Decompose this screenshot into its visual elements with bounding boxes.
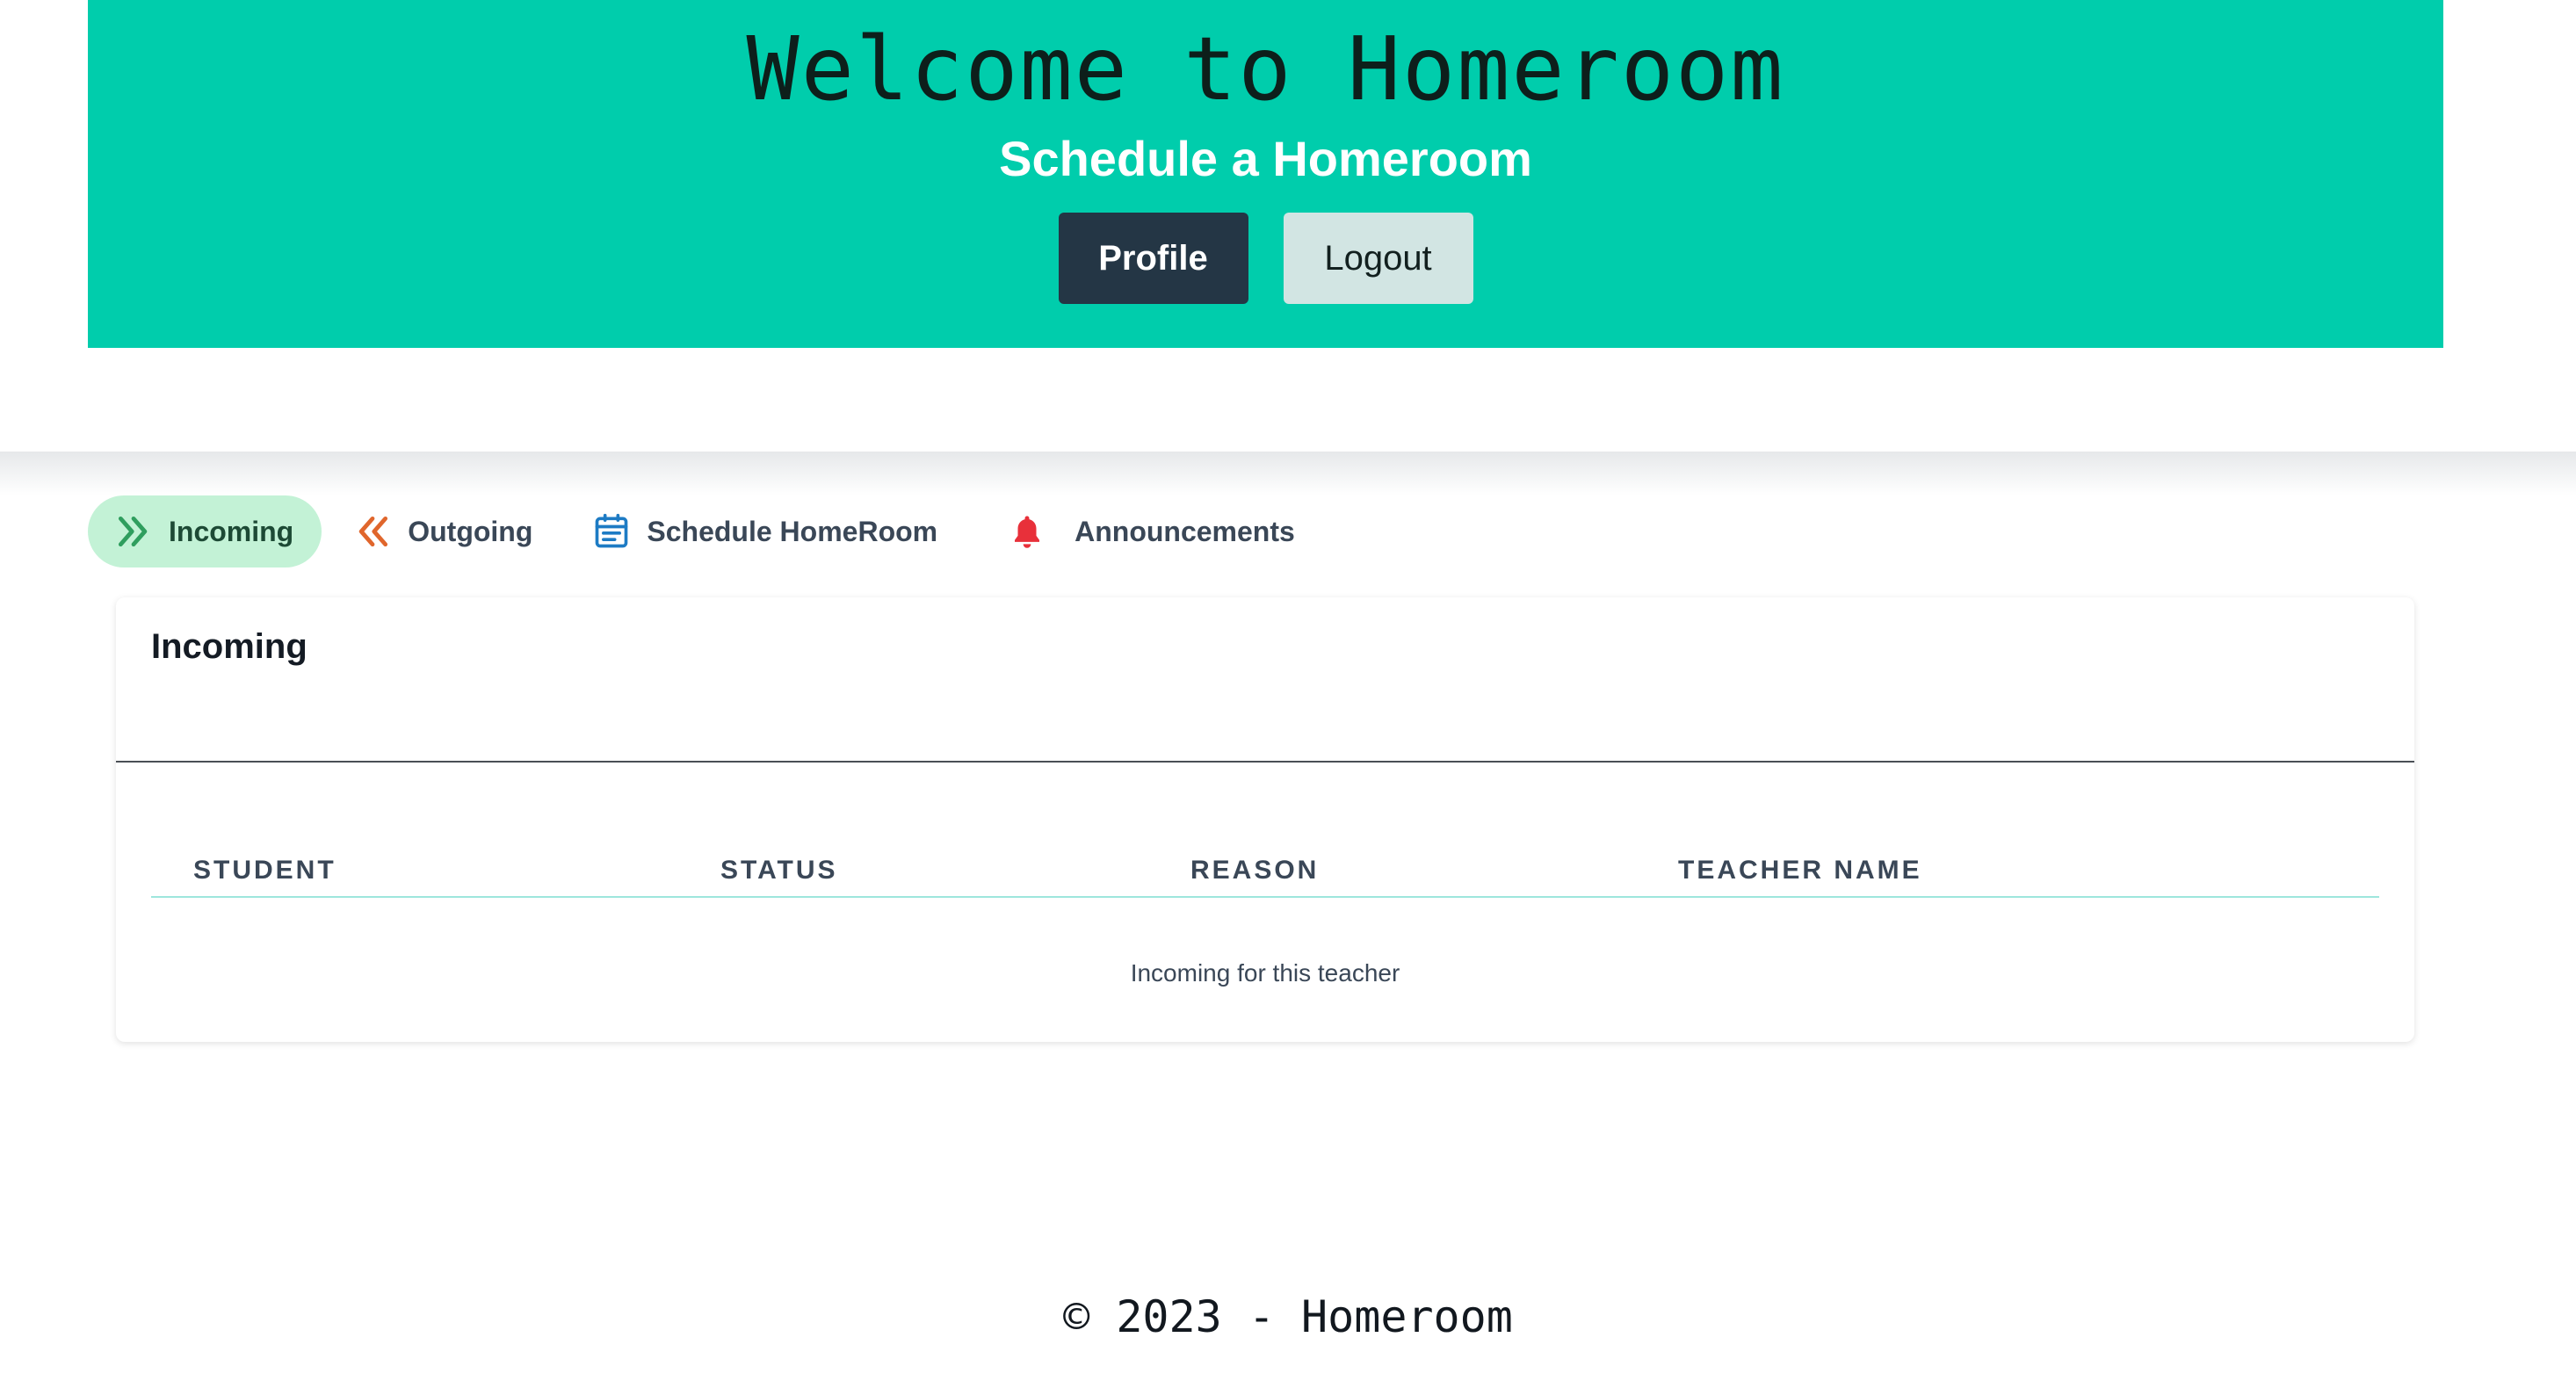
tab-incoming[interactable]: Incoming [88,495,322,567]
tab-announcements-label: Announcements [1075,515,1295,547]
bell-icon [1006,510,1048,553]
tab-bar: Incoming Outgoing Schedule HomeRoom Anno… [88,495,1328,567]
incoming-card: Incoming STUDENT STATUS REASON TEACHER N… [116,597,2414,1042]
page-subtitle: Schedule a Homeroom [999,131,1532,186]
chevrons-left-icon [351,510,394,553]
tab-outgoing-label: Outgoing [408,515,533,547]
table-header: STUDENT STATUS REASON TEACHER NAME [151,856,2379,898]
card-divider [116,761,2414,763]
column-header-status: STATUS [720,856,838,885]
header-banner: Welcome to Homeroom Schedule a Homeroom … [88,0,2443,348]
chevrons-right-icon [112,510,155,553]
tab-schedule-label: Schedule HomeRoom [647,515,938,547]
profile-button[interactable]: Profile [1058,213,1248,304]
card-title: Incoming [151,627,308,666]
tab-incoming-label: Incoming [169,515,294,547]
tab-announcements[interactable]: Announcements [971,495,1323,567]
column-header-reason: REASON [1190,856,1320,885]
calendar-icon [590,510,633,553]
tab-schedule-homeroom[interactable]: Schedule HomeRoom [566,495,966,567]
column-header-teacher-name: TEACHER NAME [1678,856,1922,885]
column-header-student: STUDENT [193,856,336,885]
header-actions: Profile Logout [88,213,2443,304]
section-separator [0,452,2576,495]
empty-table-message: Incoming for this teacher [1130,959,1400,987]
footer-copyright: © 2023 - Homeroom [1063,1291,1513,1342]
logout-button[interactable]: Logout [1283,213,1473,304]
page-title: Welcome to Homeroom [746,18,1785,120]
tab-outgoing[interactable]: Outgoing [327,495,561,567]
